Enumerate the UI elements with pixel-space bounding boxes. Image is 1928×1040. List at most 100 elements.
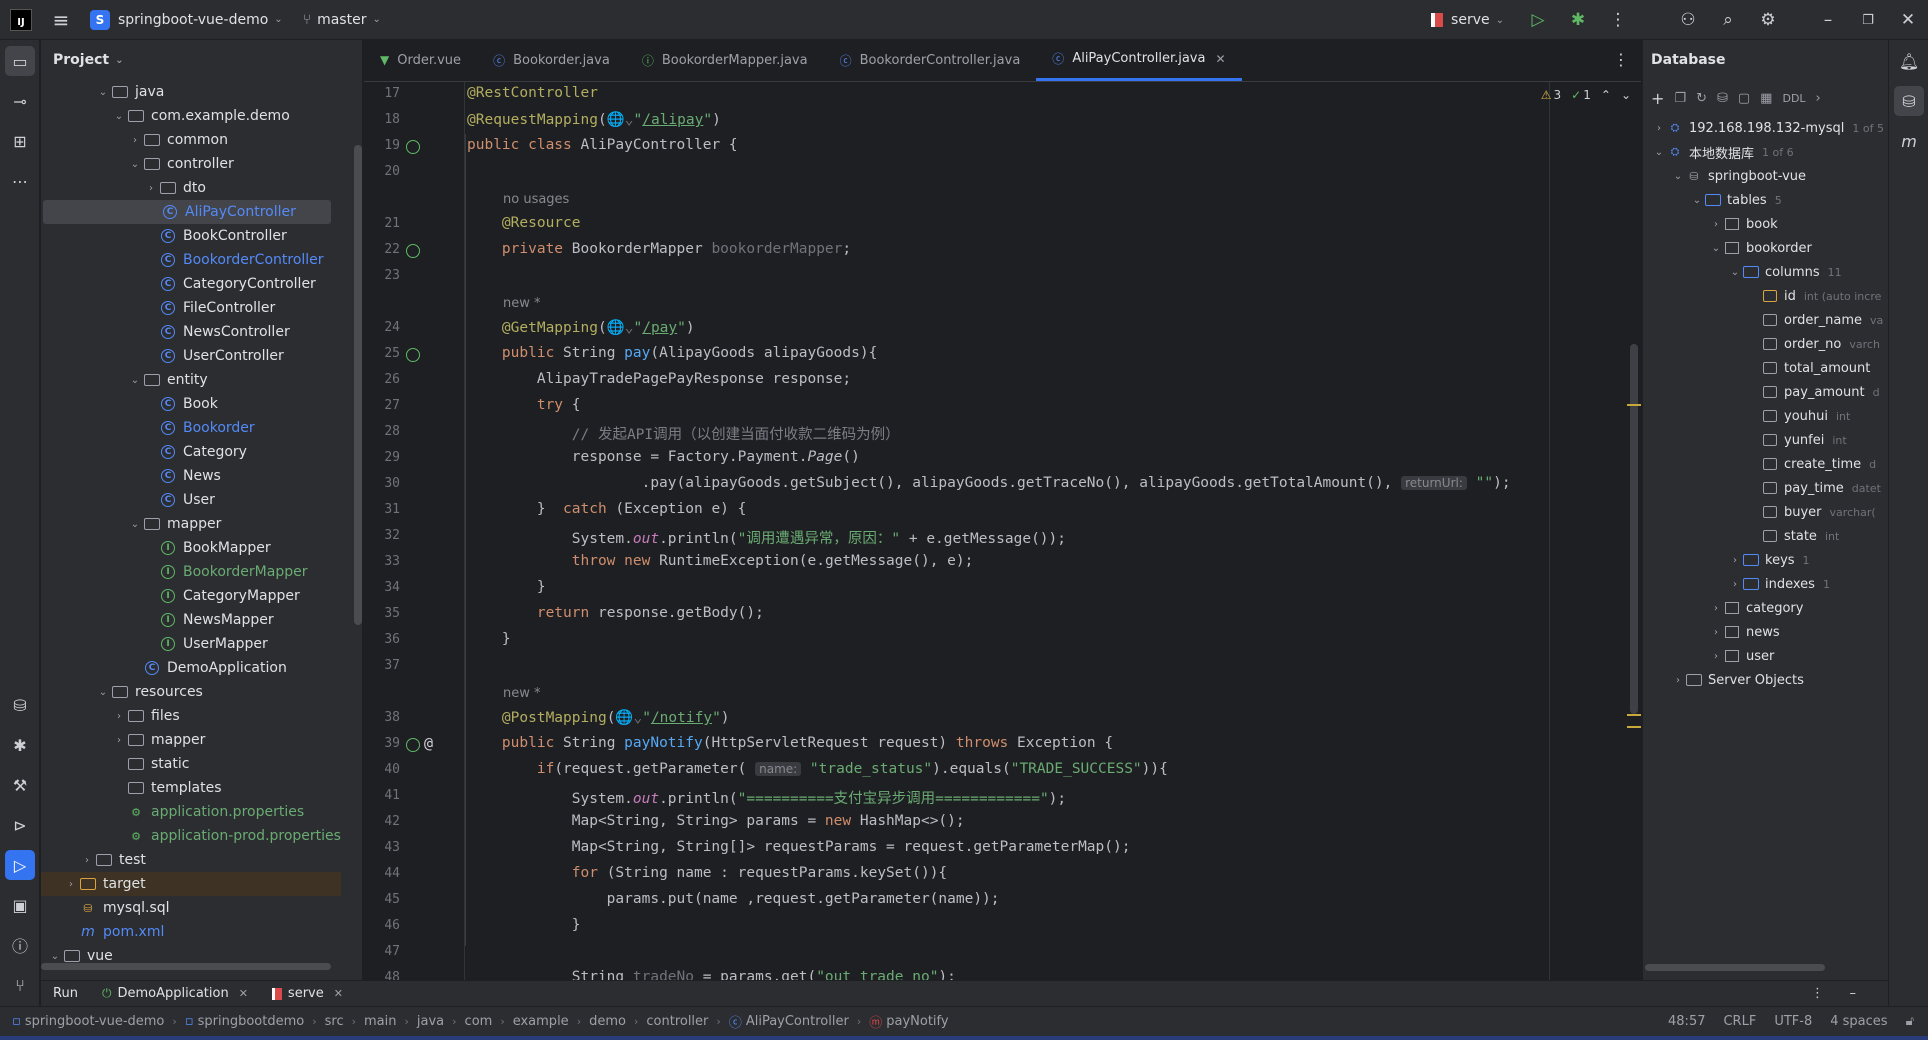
maximize-icon[interactable]: ❐ [1848,13,1888,28]
database-tree-item[interactable]: ⌄ columns 11 [1727,260,1842,284]
project-switcher[interactable]: S springboot-vue-demo ⌄ [90,9,283,30]
database-properties-icon[interactable]: ⛁ [1717,91,1728,106]
bean-gutter-icon[interactable] [406,244,420,258]
project-tree-item[interactable]: C BookController [41,224,341,248]
project-tree-item[interactable]: C Category [41,440,341,464]
close-icon[interactable]: ✕ [1888,10,1928,30]
project-tree-item[interactable]: I BookMapper [41,536,341,560]
breadcrumb-item[interactable]: main [364,1014,396,1029]
chevron-right-icon[interactable]: › [79,855,95,866]
chevron-down-icon[interactable]: ⌄ [127,519,143,530]
warning-marker[interactable] [1627,714,1641,716]
breadcrumb-item[interactable]: demo [589,1014,626,1029]
bean-gutter-icon[interactable] [406,738,420,752]
project-tree-item[interactable]: › common [41,128,341,152]
run-panel-title[interactable]: Run [41,986,90,1001]
database-tree-item[interactable]: › book [1708,212,1778,236]
debug-tool-icon[interactable]: ✱ [5,730,35,760]
breadcrumb-item[interactable]: springboot-vue-demo [25,1014,165,1029]
editor-scrollbar[interactable] [1627,82,1641,980]
database-tree-item[interactable]: order_no varch [1746,332,1880,356]
db-h-scrollbar[interactable] [1645,964,1825,971]
chevron-right-icon[interactable]: › [1708,603,1724,614]
project-tree-item[interactable]: C BookorderController [41,248,341,272]
run-options-icon[interactable]: ⋮ [1811,986,1824,1001]
project-tree-item[interactable]: ⌄ com.example.demo [41,104,341,128]
project-tree-item[interactable]: ⌄ controller [41,152,341,176]
project-tool-icon[interactable]: ▭ [5,46,35,76]
chevron-right-icon[interactable]: › [63,879,79,890]
endpoint-gutter-icon[interactable]: @ [424,734,433,752]
project-tree-item[interactable]: I UserMapper [41,632,341,656]
debug-icon[interactable]: ✱ [1558,10,1598,30]
database-tree-item[interactable]: › category [1708,596,1803,620]
database-tree-item[interactable]: pay_time datet [1746,476,1881,500]
project-tree-item[interactable]: I NewsMapper [41,608,341,632]
chevron-right-icon[interactable]: › [1727,579,1743,590]
database-tree-item[interactable]: buyer varchar( [1746,500,1876,524]
ddl-button[interactable]: DDL [1782,92,1805,105]
line-separator[interactable]: CRLF [1723,1014,1756,1029]
code-editor[interactable]: 17 @RestController 18 @RequestMapping(🌐⌄"/a… [364,82,1641,980]
search-icon[interactable]: ⌕ [1708,10,1748,30]
project-tree-item[interactable]: C FileController [41,296,341,320]
close-tab-icon[interactable]: ✕ [239,987,248,1000]
notifications-icon[interactable]: 🔔︎ [1894,46,1924,76]
project-tree-item[interactable]: C Bookorder [41,416,341,440]
chevron-down-icon[interactable]: ⌄ [95,87,111,98]
run-tab-demoapplication[interactable]: ⏻ DemoApplication ✕ [90,986,260,1001]
database-tool-icon[interactable]: ⛁ [5,690,35,720]
chevron-right-icon[interactable]: › [1708,651,1724,662]
hamburger-menu-icon[interactable]: ≡ [48,8,74,32]
project-tree-item[interactable]: static [41,752,341,776]
problems-tool-icon[interactable]: ⓘ [5,930,35,960]
minimize-icon[interactable]: – [1808,10,1848,30]
project-tree-item[interactable]: ⛁ mysql.sql [41,896,341,920]
more-actions-icon[interactable]: ⋮ [1598,10,1638,30]
table-view-icon[interactable]: ▦ [1760,91,1772,106]
code-vision-hint[interactable]: new * [503,686,541,701]
settings-gear-icon[interactable]: ⚙ [1748,10,1788,30]
file-encoding[interactable]: UTF-8 [1774,1014,1812,1029]
project-tree-item[interactable]: C Book [41,392,341,416]
chevron-right-icon[interactable]: › [127,135,143,146]
project-tree-item[interactable]: › files [41,704,341,728]
project-tree-item[interactable]: C CategoryController [41,272,341,296]
database-tree-item[interactable]: › ⛭ 192.168.198.132-mysql 1 of 5 [1651,116,1884,140]
add-user-icon[interactable]: ⚇ [1668,10,1708,30]
database-tree-item[interactable]: id int (auto incre [1746,284,1881,308]
editor-tab[interactable]: ▼ Order.vue [364,39,477,81]
database-tree-item[interactable]: order_name va [1746,308,1883,332]
project-tree-item[interactable]: ⌄ java [41,80,341,104]
git-tool-icon[interactable]: ⑂ [5,970,35,1000]
bean-gutter-icon[interactable] [406,140,420,154]
caret-position[interactable]: 48:57 [1668,1014,1705,1029]
project-tree-item[interactable]: m pom.xml [41,920,341,944]
database-tree-item[interactable]: ⌄ tables 5 [1689,188,1782,212]
project-tree-item[interactable]: C AliPayController [43,200,331,224]
project-tree-item[interactable]: ⚙ application-prod.properties [41,824,341,848]
chevron-down-icon[interactable]: ⌄ [127,159,143,170]
warning-marker[interactable] [1627,726,1641,728]
database-tree-item[interactable]: ⌄ ⛁ springboot-vue [1670,164,1806,188]
warning-marker[interactable] [1627,404,1641,406]
project-tree-item[interactable]: C News [41,464,341,488]
project-tree-item[interactable]: C User [41,488,341,512]
refresh-icon[interactable]: ↻ [1696,91,1707,106]
chevron-right-icon[interactable]: › [111,735,127,746]
branch-switcher[interactable]: ⑂ master ⌄ [303,12,381,28]
project-tree-item[interactable]: › mapper [41,728,341,752]
database-tree-item[interactable]: youhui int [1746,404,1850,428]
chevron-down-icon[interactable]: ⌄ [47,951,63,962]
chevron-down-icon[interactable]: ⌄ [1670,171,1686,182]
commit-tool-icon[interactable]: ⊸ [5,86,35,116]
database-tree-item[interactable]: › indexes 1 [1727,572,1830,596]
chevron-down-icon[interactable]: ⌄ [127,375,143,386]
run-icon[interactable]: ▷ [1518,10,1558,30]
project-h-scrollbar[interactable] [41,963,331,970]
hide-panel-icon[interactable]: – [1850,986,1857,1001]
project-tree-item[interactable]: C UserController [41,344,341,368]
tab-actions-icon[interactable]: ⋮ [1613,50,1629,69]
add-datasource-icon[interactable]: + [1651,89,1664,108]
database-tree-item[interactable]: state int [1746,524,1839,548]
